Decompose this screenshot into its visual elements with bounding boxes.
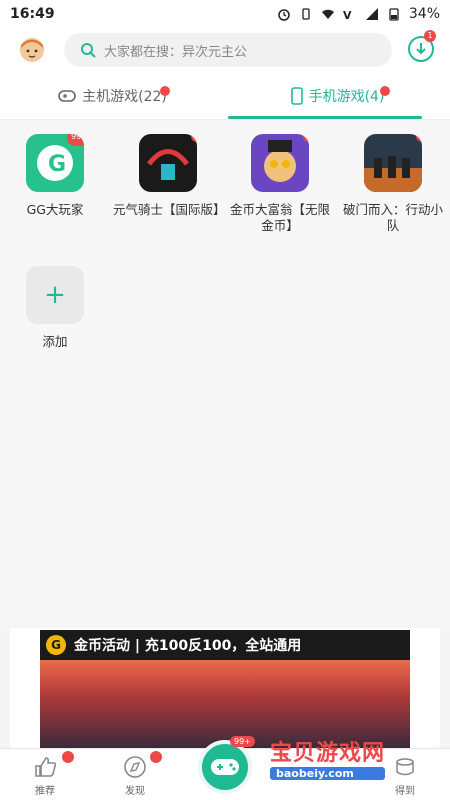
battery-icon [389,8,399,21]
app-soul-knight[interactable]: 元气骑士【国际版】 [113,134,226,218]
plus-icon: + [26,266,84,324]
download-badge: 1 [424,30,436,42]
app-gg[interactable]: G 99+ GG大玩家 [0,134,110,218]
coin-stack-icon [396,758,414,776]
tab-console-games[interactable]: 主机游戏(22) [0,72,225,120]
app-header: 大家都在搜：异次元主公 1 [0,28,450,72]
search-input[interactable]: 大家都在搜：异次元主公 [64,33,392,67]
squad-art-icon [364,156,422,192]
alarm-icon [278,9,290,21]
promo-banner[interactable]: G 金币活动 | 充100反100，全站通用 [10,628,440,748]
wifi-icon [321,9,334,19]
tab-console-dot [160,86,170,96]
app-door-kickers-label: 破门而入：行动小队 [342,202,443,233]
tycoon-art-icon [264,140,296,182]
status-time: 16:49 [10,6,55,22]
app-gg-label: GG大玩家 [26,202,84,217]
tab-console-label: 主机游戏(22) [82,89,167,105]
app-door-kickers-icon [364,134,422,192]
tab-indicator [228,116,422,119]
knight-art-icon [147,149,189,180]
search-placeholder: 大家都在搜：异次元主公 [104,44,248,60]
gamepad-icon [211,759,239,775]
vibrate-icon [302,8,310,20]
avatar[interactable] [18,36,46,64]
tab-mobile-dot [380,86,390,96]
signal-icon [365,8,378,20]
search-icon [81,43,96,58]
nav-recommend-label: 推荐 [35,786,55,797]
compass-icon [124,756,146,778]
promo-banner-title: 金币活动 | 充100反100，全站通用 [74,638,302,654]
watermark-url: baobeiy.com [270,767,386,780]
add-game-tile[interactable]: + 添加 [0,266,110,350]
nav-recommend-dot [62,751,74,763]
promo-banner-title-bar: G 金币活动 | 充100反100，全站通用 [40,630,410,660]
app-door-kickers[interactable]: 破门而入：行动小队 [338,134,448,234]
center-gamepad-button[interactable] [198,740,252,794]
brand-logo-icon: G [46,635,66,655]
svg-text:G: G [48,152,66,177]
game-tabs: 主机游戏(22) 手机游戏(4) [0,72,450,120]
gamepad-icon [58,90,76,102]
watermark-title: 宝贝游戏网 [270,741,386,766]
app-coin-tycoon[interactable]: 金币大富翁【无限金币】 [225,134,335,234]
nav-discover-label: 发现 [125,786,145,797]
app-gg-badge: 99+ [67,134,84,146]
center-gamepad-badge: 99+ [230,736,255,747]
thumbs-up-icon [35,757,57,777]
svg-text:V: V [343,9,352,21]
app-coin-tycoon-label: 金币大富翁【无限金币】 [229,202,330,233]
nav-earn-label: 得到 [395,786,415,797]
app-soul-knight-label: 元气骑士【国际版】 [113,202,226,217]
phone-icon [290,87,303,105]
watermark: 宝贝游戏网 baobeiy.com [270,735,386,780]
game-grid: G 99+ GG大玩家 元气骑士【国际版】 金币大富翁【无限金币】 破门而入：行… [0,120,450,625]
app-coin-tycoon-icon [251,134,309,192]
battery-percent: 34% [408,6,440,22]
nav-discover-dot [150,751,162,763]
tab-mobile-label: 手机游戏(4) [308,89,385,105]
app-soul-knight-icon [139,134,197,192]
tab-mobile-games[interactable]: 手机游戏(4) [225,72,450,120]
status-bar: 16:49 V 34% [0,0,450,28]
status-icons: V 34% [277,6,440,22]
add-game-label: 添加 [42,334,68,349]
volte-icon: V [343,9,352,21]
app-gg-icon: G 99+ [26,134,84,192]
